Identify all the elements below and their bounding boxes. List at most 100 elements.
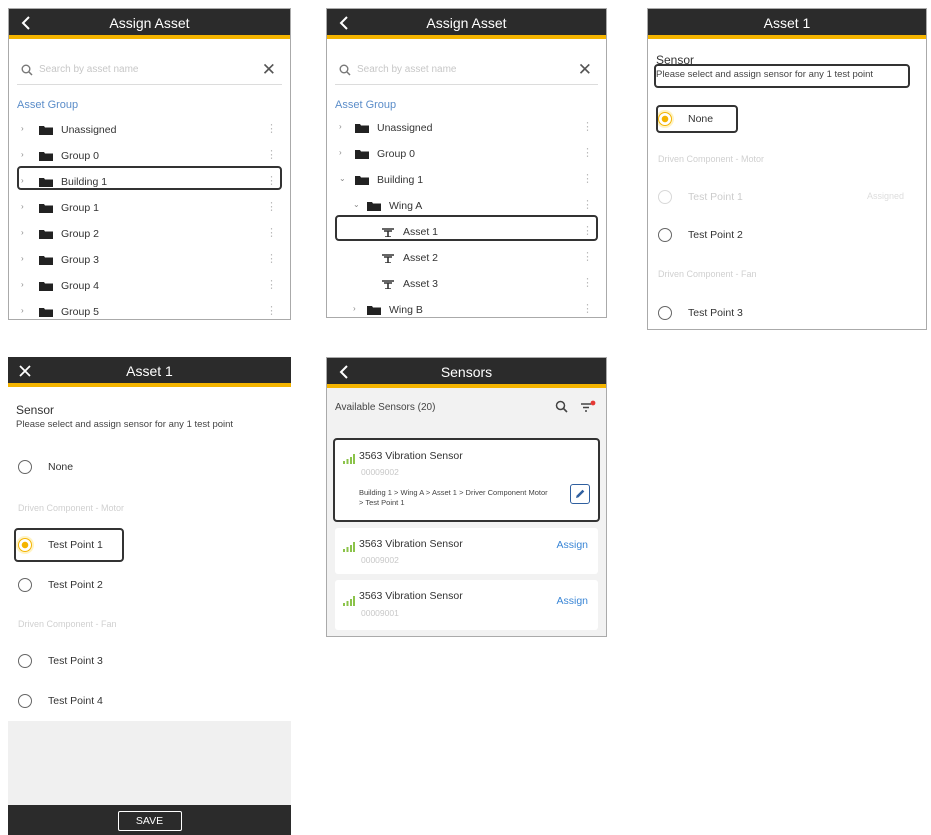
- radio-label: None: [48, 461, 74, 473]
- more-icon[interactable]: ⋮: [582, 250, 593, 263]
- more-icon[interactable]: ⋮: [266, 252, 277, 265]
- chevron-right-icon[interactable]: ›: [21, 306, 24, 315]
- chevron-right-icon[interactable]: ›: [21, 280, 24, 289]
- search-bar[interactable]: Search by asset name ✕: [17, 57, 282, 85]
- tree-row-group-1[interactable]: › Group 1 ⋮: [17, 195, 282, 221]
- tree-row-wing-b[interactable]: › Wing B ⋮: [335, 297, 598, 317]
- category-label: Driven Component - Motor: [658, 154, 765, 164]
- sensor-serial: 00009001: [361, 608, 399, 618]
- more-icon[interactable]: ⋮: [266, 226, 277, 239]
- more-icon[interactable]: ⋮: [582, 172, 593, 185]
- header: Assign Asset: [9, 9, 290, 39]
- more-icon[interactable]: ⋮: [582, 276, 593, 289]
- sensor-card[interactable]: 3563 Vibration Sensor 00009002 Assign: [335, 528, 598, 574]
- sensor-name: 3563 Vibration Sensor: [359, 590, 463, 602]
- radio-icon[interactable]: [18, 654, 32, 668]
- chevron-right-icon[interactable]: ›: [21, 124, 24, 133]
- chevron-right-icon[interactable]: ›: [353, 304, 356, 313]
- search-input[interactable]: Search by asset name: [39, 64, 139, 75]
- filter-icon[interactable]: [580, 400, 596, 418]
- tree-row-unassigned[interactable]: › Unassigned ⋮: [335, 115, 598, 141]
- page-title: Sensors: [440, 364, 493, 380]
- asset-group-label: Asset Group: [17, 99, 79, 111]
- tree-row-label: Unassigned: [377, 122, 433, 134]
- header: Asset 1: [8, 357, 291, 387]
- search-icon: [21, 63, 33, 81]
- tree-row-group-0[interactable]: › Group 0 ⋮: [335, 141, 598, 167]
- folder-icon: [39, 307, 53, 317]
- search-input[interactable]: Search by asset name: [357, 64, 457, 75]
- sensor-card[interactable]: 3563 Vibration Sensor 00009001 Assign: [335, 580, 598, 630]
- radio-icon[interactable]: [18, 578, 32, 592]
- tree-row-group-4[interactable]: › Group 4 ⋮: [17, 273, 282, 299]
- tree-row-building-1[interactable]: ⌄ Building 1 ⋮: [335, 167, 598, 193]
- toolbar: Available Sensors (20): [327, 392, 606, 424]
- signal-icon: [343, 539, 355, 552]
- tree-row-label: Group 1: [61, 202, 99, 214]
- tree-row-label: Group 0: [61, 150, 99, 162]
- search-icon[interactable]: [555, 400, 568, 418]
- folder-icon: [367, 201, 381, 211]
- chevron-down-icon[interactable]: ⌄: [339, 174, 346, 183]
- chevron-right-icon[interactable]: ›: [339, 148, 342, 157]
- assigned-note: Assigned: [866, 191, 904, 201]
- sensor-serial: 00009002: [361, 555, 399, 565]
- more-icon[interactable]: ⋮: [266, 122, 277, 135]
- available-count: Available Sensors (20): [335, 402, 436, 413]
- more-icon[interactable]: ⋮: [266, 148, 277, 161]
- more-icon[interactable]: ⋮: [582, 146, 593, 159]
- radio-icon[interactable]: [18, 460, 32, 474]
- category-label: Driven Component - Fan: [18, 619, 117, 629]
- chevron-right-icon[interactable]: ›: [21, 228, 24, 237]
- tree-row-label: Group 5: [61, 306, 99, 318]
- radio-icon[interactable]: [18, 694, 32, 708]
- asset-icon: [381, 253, 395, 264]
- folder-icon: [39, 203, 53, 213]
- radio-icon[interactable]: [658, 228, 672, 242]
- footer-bar: SAVE: [8, 805, 291, 835]
- assign-button[interactable]: Assign: [556, 539, 588, 551]
- tree-row-label: Unassigned: [61, 124, 117, 136]
- header: Sensors: [327, 358, 606, 388]
- more-icon[interactable]: ⋮: [582, 120, 593, 133]
- more-icon[interactable]: ⋮: [266, 200, 277, 213]
- more-icon[interactable]: ⋮: [582, 302, 593, 315]
- radio-label: Test Point 4: [48, 695, 103, 707]
- tree-row-asset-3[interactable]: Asset 3 ⋮: [335, 271, 598, 297]
- more-icon[interactable]: ⋮: [582, 198, 593, 211]
- assign-button[interactable]: Assign: [556, 595, 588, 607]
- empty-area: [8, 721, 291, 805]
- chevron-right-icon[interactable]: ›: [339, 122, 342, 131]
- tree-row-group-2[interactable]: › Group 2 ⋮: [17, 221, 282, 247]
- header: Assign Asset: [327, 9, 606, 39]
- highlight-frame: [656, 105, 738, 133]
- asset-icon: [381, 279, 395, 290]
- screen-assign-asset-2: Assign Asset Search by asset name ✕ Asse…: [326, 8, 607, 318]
- tree-row-label: Group 2: [61, 228, 99, 240]
- tree-row-group-3[interactable]: › Group 3 ⋮: [17, 247, 282, 273]
- radio-label: Test Point 2: [688, 229, 743, 241]
- close-icon[interactable]: ✕: [578, 61, 592, 79]
- folder-icon: [39, 125, 53, 135]
- folder-icon: [39, 255, 53, 265]
- chevron-right-icon[interactable]: ›: [21, 150, 24, 159]
- chevron-right-icon[interactable]: ›: [21, 254, 24, 263]
- category-label: Driven Component - Motor: [18, 503, 125, 513]
- more-icon[interactable]: ⋮: [266, 304, 277, 317]
- chevron-down-icon[interactable]: ⌄: [353, 200, 360, 209]
- tree-row-group-5[interactable]: › Group 5 ⋮: [17, 299, 282, 319]
- folder-icon: [39, 281, 53, 291]
- save-button[interactable]: SAVE: [117, 811, 182, 831]
- tree-row-label: Asset 3: [403, 278, 439, 290]
- more-icon[interactable]: ⋮: [266, 278, 277, 291]
- search-bar[interactable]: Search by asset name ✕: [335, 57, 598, 85]
- tree-row-asset-2[interactable]: Asset 2 ⋮: [335, 245, 598, 271]
- radio-icon[interactable]: [658, 306, 672, 320]
- tree-row-unassigned[interactable]: › Unassigned ⋮: [17, 117, 282, 143]
- page-title: Assign Asset: [109, 15, 190, 31]
- tree-row-label: Wing B: [389, 304, 423, 316]
- sensor-heading: Sensor: [16, 403, 55, 417]
- chevron-right-icon[interactable]: ›: [21, 202, 24, 211]
- close-icon[interactable]: ✕: [262, 61, 276, 79]
- radio-label: Test Point 3: [688, 307, 743, 319]
